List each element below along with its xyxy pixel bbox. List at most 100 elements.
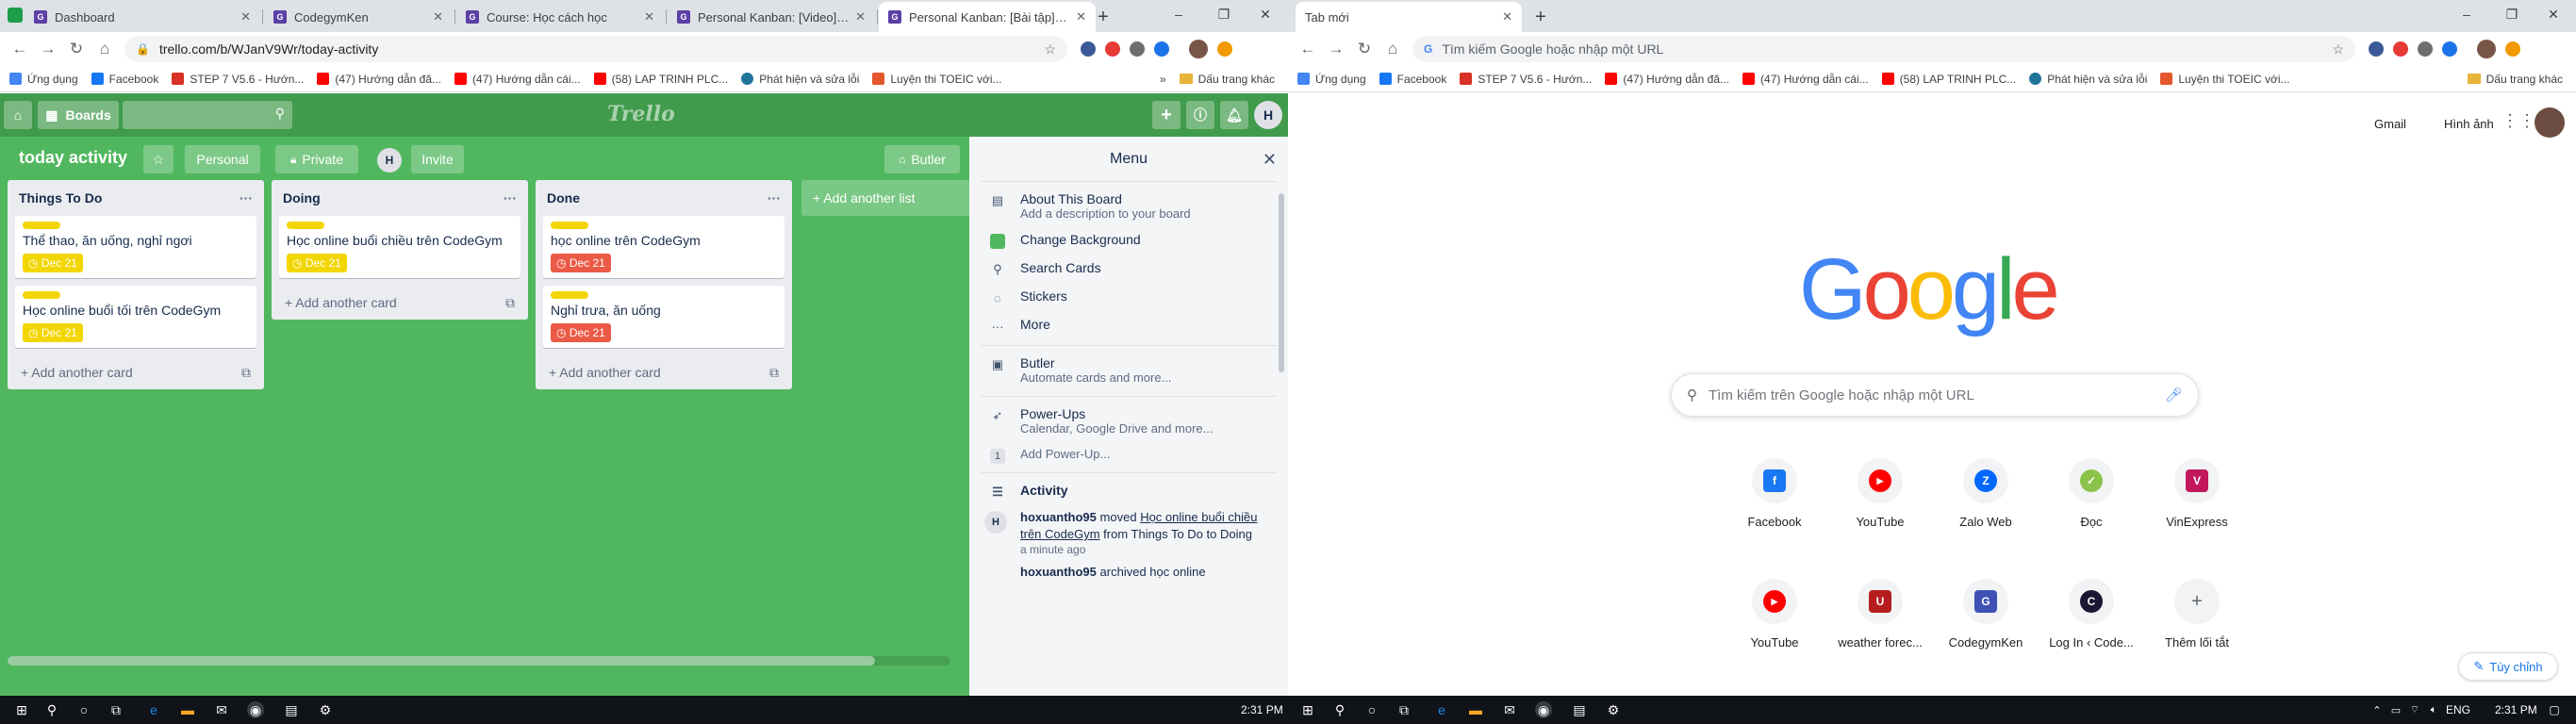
bookmark-toeic[interactable]: Luyện thi TOEIC với...: [2160, 73, 2290, 86]
close-tab-icon[interactable]: ✕: [644, 9, 654, 25]
edge-icon[interactable]: e: [1433, 701, 1450, 718]
app-icon[interactable]: ⚙: [1605, 701, 1622, 718]
microphone-icon[interactable]: 🎤︎: [2165, 387, 2183, 403]
close-window-button[interactable]: ✕: [2531, 0, 2576, 28]
mail-icon[interactable]: ✉: [1501, 701, 1518, 718]
maximize-button[interactable]: ❐: [1201, 0, 1247, 28]
battery-icon[interactable]: ▭: [2387, 701, 2404, 718]
account-avatar[interactable]: [2535, 107, 2565, 138]
minimize-button[interactable]: –: [1156, 0, 1201, 28]
shortcut-facebook[interactable]: f Facebook: [1722, 458, 1827, 529]
add-card-button[interactable]: + Add another card: [549, 365, 661, 380]
boards-button[interactable]: ▦ Boards: [38, 101, 119, 129]
bookmark-youtube-1[interactable]: (47) Hướng dẫn đă...: [317, 73, 441, 86]
menu-butler[interactable]: ▣ Butler Automate cards and more...: [969, 355, 1288, 385]
list-menu-icon[interactable]: ···: [768, 190, 784, 206]
add-list-button[interactable]: + Add another list: [801, 180, 971, 216]
address-bar[interactable]: G Tìm kiếm Google hoặc nhập một URL ☆: [1412, 36, 2355, 62]
file-explorer-icon[interactable]: ▬: [1467, 701, 1484, 718]
images-link[interactable]: Hình ảnh: [2444, 117, 2494, 131]
extension-icon[interactable]: [2442, 41, 2457, 57]
extension-icon[interactable]: [1105, 41, 1120, 57]
add-card-button[interactable]: + Add another card: [285, 295, 397, 310]
extension-icon[interactable]: [1154, 41, 1169, 57]
bookmark-wordpress[interactable]: Phát hiện và sửa lỗi: [2029, 73, 2147, 86]
language-indicator[interactable]: ENG: [2446, 703, 2470, 716]
tab-codegymken[interactable]: G CodegymKen ✕: [264, 2, 453, 32]
tab-personal-kanban-video[interactable]: G Personal Kanban: [Video] Sử dụ ✕: [668, 2, 875, 32]
bookmarks-overflow[interactable]: »: [1160, 73, 1166, 86]
board-search-input[interactable]: ⚲: [123, 101, 292, 129]
template-icon[interactable]: ⧉: [241, 365, 251, 381]
chrome-icon[interactable]: ◉: [247, 701, 264, 718]
bookmark-youtube-3[interactable]: (58) LAP TRINH PLC...: [1881, 73, 2016, 86]
star-board-icon[interactable]: ☆: [143, 145, 173, 173]
activity-user[interactable]: hoxuantho95: [1020, 510, 1097, 524]
menu-about-board[interactable]: ▤ About This Board Add a description to …: [969, 191, 1288, 221]
tab-course[interactable]: G Course: Học cách học ✕: [456, 2, 664, 32]
card[interactable]: học online trên CodeGym ◷ Dec 21: [543, 216, 784, 278]
tab-personal-kanban-baitap[interactable]: G Personal Kanban: [Bài tập] Sử d ✕: [879, 2, 1096, 32]
google-search-input[interactable]: ⚲ Tìm kiếm trên Google hoặc nhập một URL…: [1671, 373, 2199, 417]
list-menu-icon[interactable]: ···: [504, 190, 520, 206]
bookmark-apps[interactable]: Ứng dụng: [9, 73, 78, 86]
clock-text[interactable]: 2:31 PM: [2495, 703, 2537, 716]
home-icon[interactable]: ⌂: [91, 40, 119, 58]
gmail-link[interactable]: Gmail: [2374, 117, 2406, 131]
list-title[interactable]: Doing: [283, 190, 321, 206]
bookmark-youtube-1[interactable]: (47) Hướng dẫn đă...: [1605, 73, 1729, 86]
scrollbar-thumb[interactable]: [8, 656, 875, 666]
file-explorer-icon[interactable]: ▬: [179, 701, 196, 718]
maximize-button[interactable]: ❐: [2489, 0, 2535, 28]
menu-add-power-up[interactable]: 1 Add Power-Up...: [969, 447, 1288, 464]
other-bookmarks[interactable]: Dấu trang khác: [2467, 73, 2563, 86]
shortcut-doc[interactable]: ✓ Đọc: [2039, 458, 2144, 529]
menu-scrollbar[interactable]: [1279, 193, 1284, 372]
windows-start-icon[interactable]: ⊞: [1299, 701, 1316, 718]
home-icon[interactable]: ⌂: [1379, 40, 1407, 58]
menu-change-background[interactable]: Change Background: [969, 232, 1288, 249]
network-icon[interactable]: ⌔: [2406, 701, 2423, 718]
close-tab-icon[interactable]: ✕: [855, 9, 866, 25]
task-view-icon[interactable]: ⧉: [107, 701, 124, 718]
search-icon[interactable]: ⚲: [1331, 701, 1348, 718]
menu-power-ups[interactable]: ➶ Power-Ups Calendar, Google Drive and m…: [969, 406, 1288, 436]
shortcut-codegymken[interactable]: G CodegymKen: [1933, 579, 2039, 650]
profile-avatar[interactable]: [2477, 40, 2496, 58]
close-icon[interactable]: ✕: [1263, 137, 1277, 182]
create-plus-icon[interactable]: +: [1152, 101, 1181, 129]
butler-button[interactable]: ⌂ Butler: [884, 145, 960, 173]
list-title[interactable]: Done: [547, 190, 580, 206]
star-icon[interactable]: ☆: [1044, 41, 1056, 58]
update-icon[interactable]: [2505, 41, 2520, 57]
board-member-avatar[interactable]: H: [377, 148, 402, 173]
reload-icon[interactable]: ↻: [1350, 40, 1379, 58]
template-icon[interactable]: ⧉: [505, 295, 515, 311]
list-title[interactable]: Things To Do: [19, 190, 102, 206]
card[interactable]: Học online buổi tối trên CodeGym ◷ Dec 2…: [15, 286, 256, 348]
search-icon[interactable]: ⚲: [43, 701, 60, 718]
back-icon[interactable]: ←: [1294, 40, 1322, 58]
bookmark-youtube-2[interactable]: (47) Hướng dẫn cái...: [454, 73, 581, 86]
board-name[interactable]: today activity: [19, 148, 127, 168]
customize-button[interactable]: ✎ Tùy chỉnh: [2458, 652, 2558, 681]
invite-button[interactable]: Invite: [411, 145, 464, 173]
visibility-button[interactable]: 🔒︎ Private: [275, 145, 358, 173]
close-tab-icon[interactable]: ✕: [433, 9, 443, 25]
horizontal-scrollbar[interactable]: [8, 656, 950, 666]
menu-more[interactable]: ··· More: [969, 317, 1288, 334]
app-icon[interactable]: ▤: [283, 701, 300, 718]
forward-icon[interactable]: →: [1322, 40, 1350, 58]
bookmark-apps[interactable]: Ứng dụng: [1297, 73, 1366, 86]
bookmark-step7[interactable]: STEP 7 V5.6 - Hướn...: [1460, 73, 1592, 86]
template-icon[interactable]: ⧉: [769, 365, 779, 381]
bookmark-wordpress[interactable]: Phát hiện và sửa lỗi: [741, 73, 859, 86]
profile-avatar[interactable]: [1189, 40, 1208, 58]
extension-icon[interactable]: [2369, 41, 2384, 57]
shortcut-youtube-2[interactable]: ▶ YouTube: [1722, 579, 1827, 650]
cortana-icon[interactable]: ○: [75, 701, 92, 718]
extension-icon[interactable]: [1130, 41, 1145, 57]
app-icon[interactable]: ▤: [1571, 701, 1588, 718]
forward-icon[interactable]: →: [34, 40, 62, 58]
extension-icon[interactable]: [1081, 41, 1096, 57]
